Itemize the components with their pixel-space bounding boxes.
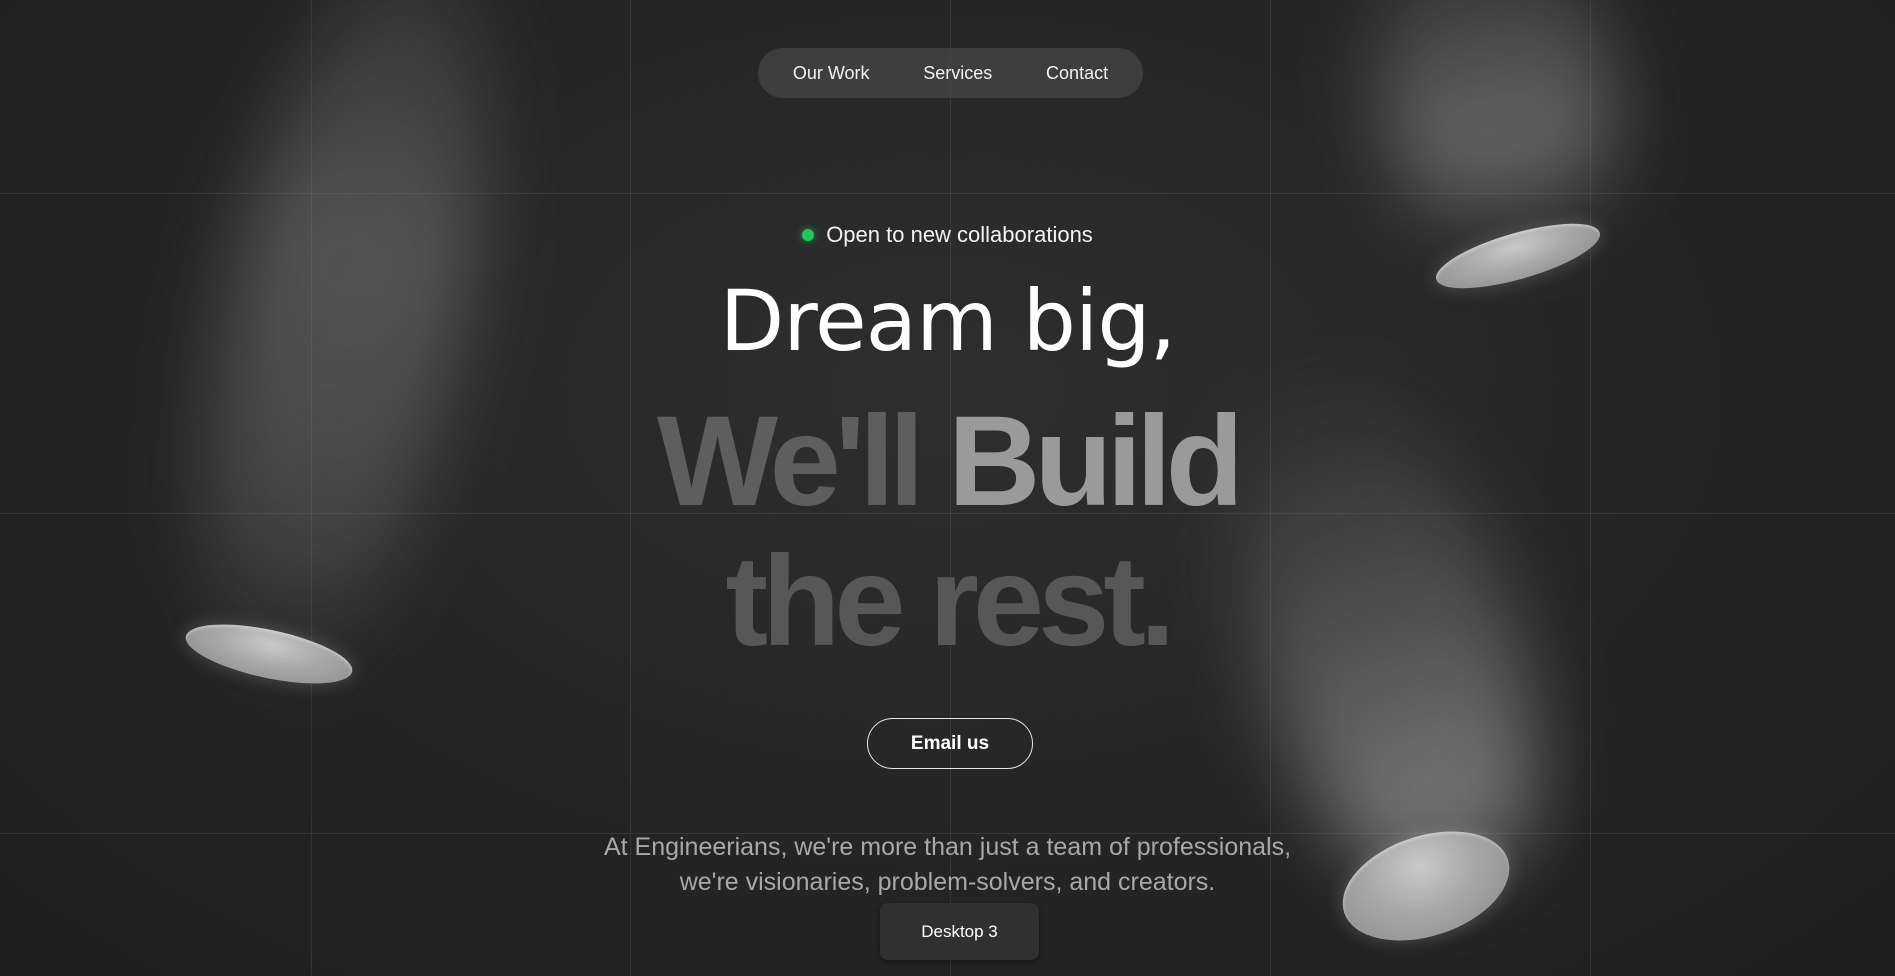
description-line: we're visionaries, problem-solvers, and … xyxy=(679,868,1216,896)
status-dot-icon xyxy=(802,229,815,241)
hero-page: Our Work Services Contact Open to new co… xyxy=(0,0,1895,976)
availability-status: Open to new collaborations xyxy=(0,222,1895,248)
hero-word-build: Build xyxy=(947,390,1244,533)
desktop-label-button[interactable]: Desktop 3 xyxy=(880,903,1039,960)
hero-word-well: We'll xyxy=(657,390,924,533)
email-us-button[interactable]: Email us xyxy=(867,718,1033,769)
top-nav: Our Work Services Contact xyxy=(758,48,1143,98)
nav-contact[interactable]: Contact xyxy=(1046,63,1108,84)
hero-subheadline: We'll Build xyxy=(0,392,1895,532)
grid-line xyxy=(0,193,1895,194)
hero-tagline: the rest. xyxy=(725,530,1176,673)
description-line: At Engineerians, we're more than just a … xyxy=(603,833,1292,861)
hero-headline: Dream big, xyxy=(719,272,1177,370)
hero-description: At Engineerians, we're more than just a … xyxy=(0,830,1895,900)
nav-our-work[interactable]: Our Work xyxy=(793,63,870,84)
status-text: Open to new collaborations xyxy=(826,222,1093,247)
nav-services[interactable]: Services xyxy=(923,63,992,84)
